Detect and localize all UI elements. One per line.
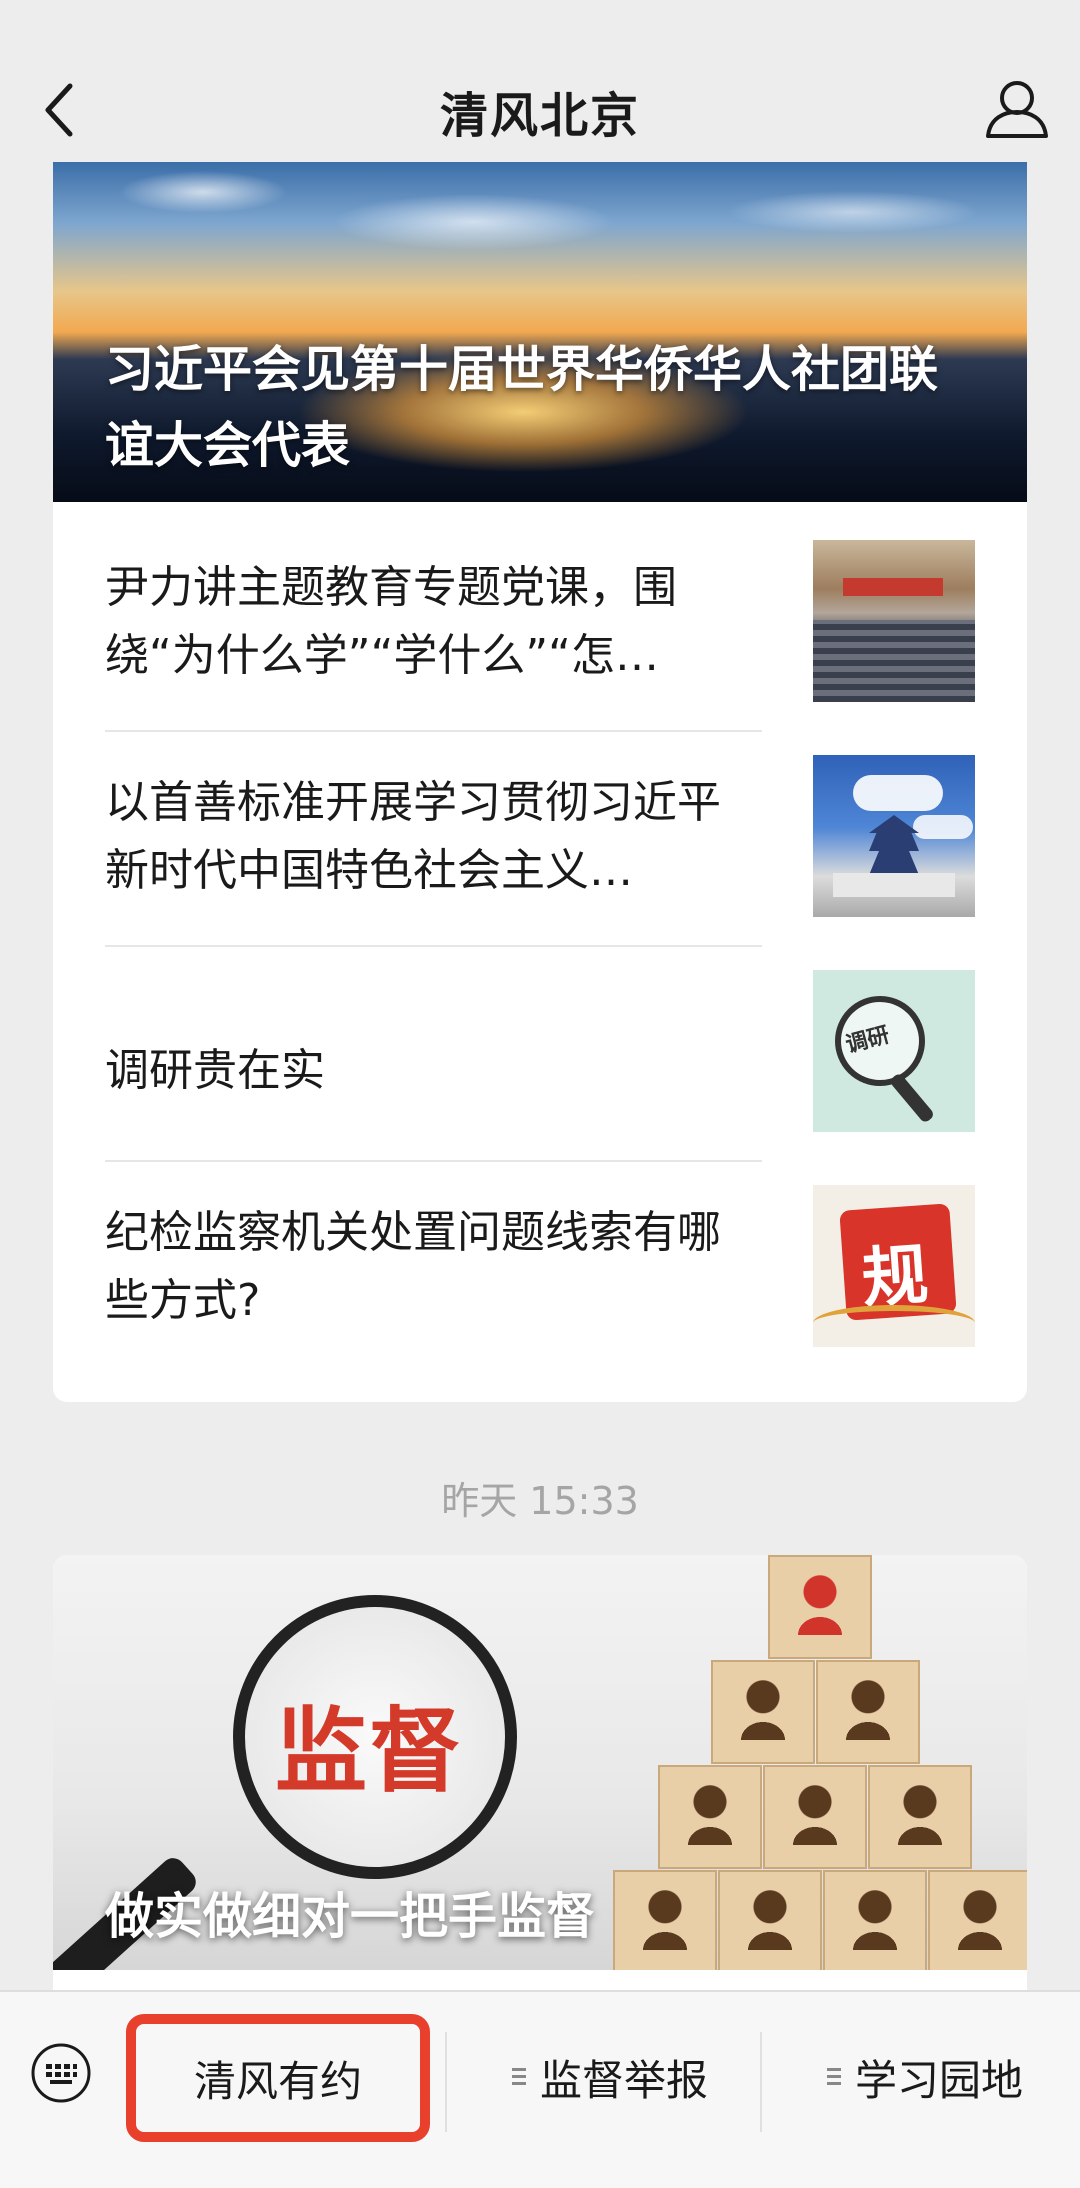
menu-lines-icon bbox=[511, 2068, 526, 2086]
list-item-title: 调研贵在实 bbox=[105, 1045, 325, 1096]
list-item[interactable]: 以首善标准开展学习贯彻习近平新时代中国特色社会主义… bbox=[105, 717, 975, 932]
article-card: 监督 做实做细对一把手监督 bbox=[53, 1555, 1027, 2035]
keyboard-icon[interactable] bbox=[30, 2042, 92, 2104]
top-bar: 清风北京 bbox=[0, 0, 1080, 162]
divider bbox=[760, 2032, 762, 2132]
person-icon[interactable] bbox=[984, 78, 1050, 140]
menu-item-label: 监督举报 bbox=[539, 2055, 708, 2105]
thumbnail-text: 调研 bbox=[843, 1022, 893, 1059]
hero-caption: 习近平会见第十届世界华侨华人社团联谊大会代表 bbox=[105, 341, 939, 474]
list-item[interactable]: 纪检监察机关处置问题线索有哪些方式? 规 bbox=[105, 1147, 975, 1362]
list-item-thumbnail bbox=[813, 755, 975, 917]
people-blocks-image bbox=[613, 1555, 1027, 1970]
menu-item-qingfeng[interactable]: 清风有约 bbox=[126, 2014, 430, 2142]
hero-article[interactable]: 监督 做实做细对一把手监督 bbox=[53, 1555, 1027, 1970]
page-title: 清风北京 bbox=[439, 88, 640, 144]
menu-item-label: 清风有约 bbox=[193, 2056, 362, 2106]
menu-item-report[interactable]: 监督举报 bbox=[460, 2022, 760, 2132]
lens-text: 监督 bbox=[275, 1698, 464, 1805]
bottom-menu: 清风有约 监督举报 学习园地 bbox=[0, 1990, 1080, 2188]
article-card: 习近平会见第十届世界华侨华人社团联谊大会代表 尹力讲主题教育专题党课，围绕“为什… bbox=[53, 162, 1027, 1402]
list-item-thumbnail: 规 bbox=[813, 1185, 975, 1347]
divider bbox=[445, 2032, 447, 2132]
menu-item-label: 学习园地 bbox=[854, 2055, 1023, 2105]
hero-article[interactable]: 习近平会见第十届世界华侨华人社团联谊大会代表 bbox=[53, 162, 1027, 502]
list-item[interactable]: 调研贵在实 调研 bbox=[105, 932, 975, 1147]
list-item-thumbnail bbox=[813, 540, 975, 702]
list-item-title: 尹力讲主题教育专题党课，围绕“为什么学”“学什么”“怎… bbox=[105, 562, 677, 681]
menu-item-study[interactable]: 学习园地 bbox=[775, 2022, 1075, 2132]
hero-caption: 做实做细对一把手监督 bbox=[105, 1888, 596, 1945]
menu-lines-icon bbox=[826, 2068, 841, 2086]
list-item-title: 纪检监察机关处置问题线索有哪些方式? bbox=[105, 1207, 721, 1326]
list-item-thumbnail: 调研 bbox=[813, 970, 975, 1132]
list-item[interactable]: 尹力讲主题教育专题党课，围绕“为什么学”“学什么”“怎… bbox=[105, 502, 975, 717]
list-item-title: 以首善标准开展学习贯彻习近平新时代中国特色社会主义… bbox=[105, 777, 721, 896]
magnifier-icon: 监督 bbox=[233, 1595, 517, 1879]
hero-image bbox=[53, 162, 1027, 322]
timestamp: 昨天 15:33 bbox=[441, 1479, 639, 1523]
